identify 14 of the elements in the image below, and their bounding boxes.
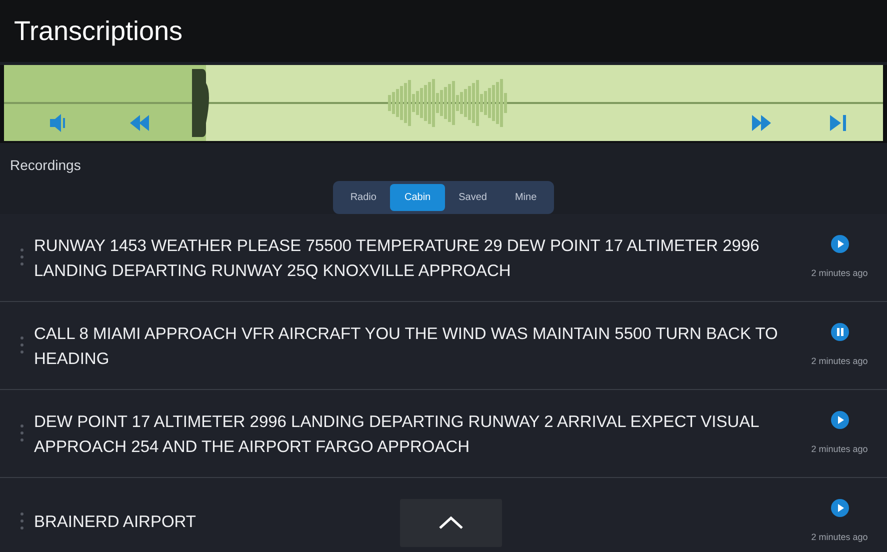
- section-label: Recordings: [10, 157, 81, 173]
- window-title: Transcriptions: [0, 0, 887, 62]
- timestamp: 2 minutes ago: [811, 354, 868, 368]
- transcript-text: BRAINERD AIRPORT: [34, 512, 196, 533]
- transcript-text: RUNWAY 1453 WEATHER PLEASE 75500 TEMPERATURE 29 DEW POINT 17 ALTIMETER 2996 LANDING DEPARTING RUNWAY 25Q KNOXVILLE APPROACH: [34, 236, 760, 282]
- transcript-text: DEW POINT 17 ALTIMETER 2996 LANDING DEPARTING RUNWAY 2 ARRIVAL EXPECT VISUAL APPROACH 254 AND THE AIRPORT FARGO APPROACH: [34, 412, 760, 458]
- segment-tab[interactable]: Mine: [500, 184, 551, 211]
- segment-tab[interactable]: Saved: [444, 184, 501, 211]
- timestamp: 2 minutes ago: [811, 442, 868, 456]
- timestamp: 2 minutes ago: [811, 266, 868, 280]
- timestamp: 2 minutes ago: [811, 530, 868, 544]
- segment-tab[interactable]: Radio: [336, 184, 390, 211]
- segment-tab[interactable]: Cabin: [390, 184, 445, 211]
- transcript-text: CALL 8 MIAMI APPROACH VFR AIRCRAFT YOU THE WIND WAS MAINTAIN 5500 TURN BACK TO HEADING: [34, 324, 779, 370]
